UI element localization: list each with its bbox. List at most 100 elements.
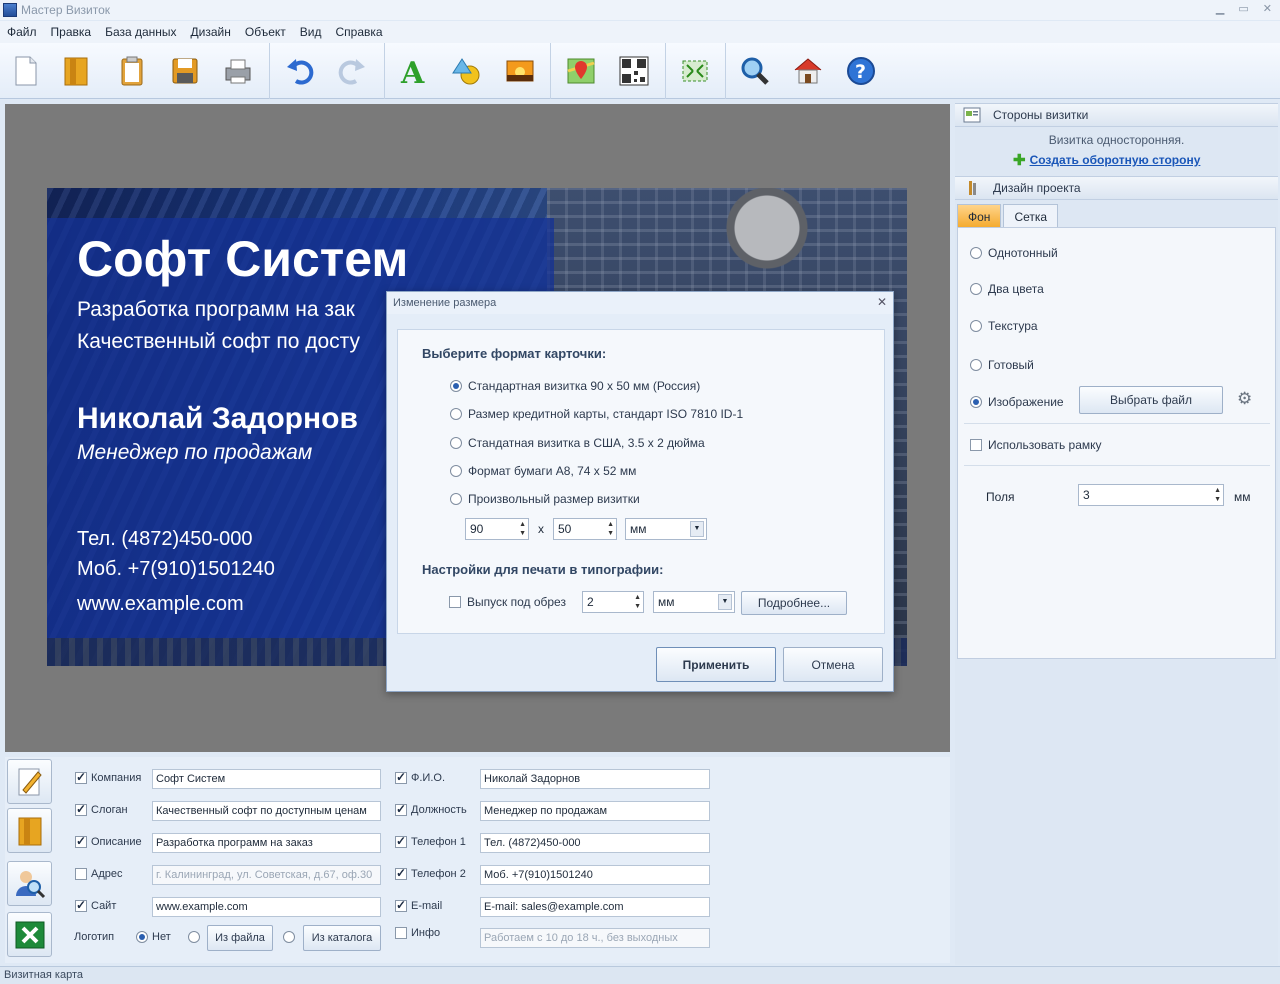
format-option-usa[interactable]: Стандатная визитка в США, 3.5 x 2 дюйма [450,436,705,450]
radio-button[interactable] [450,493,462,505]
bg-option-solid[interactable]: Однотонный [970,246,1058,260]
checkbox[interactable] [75,802,87,816]
menu-object[interactable]: Объект [245,25,286,39]
format-option-credit-card[interactable]: Размер кредитной карты, стандарт ISO 781… [450,407,743,421]
field-position-toggle[interactable]: Должность [395,802,467,816]
map-icon[interactable] [561,51,601,91]
radio-button[interactable] [450,437,462,449]
checkbox[interactable] [395,866,407,880]
bg-option-ready[interactable]: Готовый [970,358,1034,372]
field-phone2-input[interactable]: Моб. +7(910)1501240 [480,865,710,885]
field-info-input[interactable]: Работаем с 10 до 18 ч., без выходных [480,928,710,948]
checkbox[interactable] [449,596,461,608]
dialog-close-icon[interactable]: ✕ [877,295,887,309]
bg-option-two-colors[interactable]: Два цвета [970,282,1044,296]
card-name[interactable]: Николай Задорнов [77,402,358,436]
card-description[interactable]: Разработка программ на зак [77,298,355,322]
chevron-down-icon[interactable]: ▼ [690,521,704,537]
image-icon[interactable] [500,51,540,91]
menu-edit[interactable]: Правка [51,25,92,39]
cancel-button[interactable]: Отмена [783,647,883,682]
margins-stepper[interactable]: 3 ▲ ▼ [1078,484,1224,506]
field-address-input[interactable]: г. Калининград, ул. Советская, д.67, оф.… [152,865,381,885]
radio-button[interactable] [450,465,462,477]
field-email-input[interactable]: E-mail: sales@example.com [480,897,710,917]
open-folder-icon[interactable] [7,808,52,853]
use-frame-checkbox[interactable]: Использовать рамку [970,438,1102,452]
resize-icon[interactable] [675,51,715,91]
stepper-arrows-icon[interactable]: ▲ ▼ [607,520,614,538]
format-option-russia[interactable]: Стандартная визитка 90 x 50 мм (Россия) [450,379,700,393]
clipboard-icon[interactable] [112,51,152,91]
field-description-toggle[interactable]: Описание [75,834,142,848]
radio-button[interactable] [970,359,982,371]
field-company-toggle[interactable]: Компания [75,770,141,784]
print-icon[interactable] [218,51,258,91]
card-phone[interactable]: Тел. (4872)450-000 [77,528,253,551]
card-company[interactable]: Софт Систем [77,230,408,288]
undo-icon[interactable] [280,51,320,91]
radio-button[interactable] [450,380,462,392]
home-icon[interactable] [788,51,828,91]
checkbox[interactable] [970,439,982,451]
field-info-toggle[interactable]: Инфо [395,927,440,939]
field-phone1-toggle[interactable]: Телефон 1 [395,834,466,848]
checkbox[interactable] [395,898,407,912]
checkbox[interactable] [75,834,87,848]
logo-from-file-button[interactable]: Из файла [207,925,273,951]
card-slogan[interactable]: Качественный софт по досту [77,330,360,354]
create-back-link[interactable]: Создать оборотную сторону [1030,153,1201,167]
checkbox[interactable] [395,834,407,848]
bleed-stepper[interactable]: 2 ▲ ▼ [582,591,644,613]
new-file-icon[interactable] [6,51,46,91]
width-stepper[interactable]: 90 ▲ ▼ [465,518,529,540]
checkbox[interactable] [75,898,87,912]
shapes-icon[interactable] [447,51,487,91]
search-contact-icon[interactable] [7,861,52,906]
logo-from-file-radio[interactable] [188,931,200,943]
choose-file-button[interactable]: Выбрать файл [1079,386,1223,414]
maximize-icon[interactable]: ▭ [1238,2,1248,15]
checkbox[interactable] [75,868,87,880]
design-section-header[interactable]: Дизайн проекта [955,176,1278,200]
field-description-input[interactable]: Разработка программ на заказ [152,833,381,853]
zoom-icon[interactable] [735,51,775,91]
close-icon[interactable]: ✕ [1263,2,1272,15]
tab-grid[interactable]: Сетка [1003,204,1059,228]
field-company-input[interactable]: Софт Систем [152,769,381,789]
stepper-arrows-icon[interactable]: ▲ ▼ [519,520,526,538]
card-website[interactable]: www.example.com [77,593,244,616]
field-site-toggle[interactable]: Сайт [75,898,116,912]
stepper-arrows-icon[interactable]: ▲ ▼ [634,593,641,611]
field-fullname-input[interactable]: Николай Задорнов [480,769,710,789]
radio-button[interactable] [970,247,982,259]
radio-button[interactable] [970,320,982,332]
edit-icon[interactable] [7,759,52,804]
text-icon[interactable]: A [394,51,434,91]
checkbox[interactable] [395,802,407,816]
bg-option-image[interactable]: Изображение [970,395,1064,409]
minimize-icon[interactable]: ▁ [1216,2,1224,15]
more-button[interactable]: Подробнее... [741,591,847,615]
apply-button[interactable]: Применить [656,647,776,682]
format-option-a8[interactable]: Формат бумаги А8, 74 x 52 мм [450,464,636,478]
menu-help[interactable]: Справка [335,25,382,39]
tab-background[interactable]: Фон [957,204,1002,228]
field-phone2-toggle[interactable]: Телефон 2 [395,866,466,880]
sides-section-header[interactable]: Стороны визитки [955,103,1278,127]
radio-button[interactable] [450,408,462,420]
checkbox[interactable] [75,770,87,784]
menu-view[interactable]: Вид [300,25,322,39]
card-position[interactable]: Менеджер по продажам [77,441,312,465]
field-email-toggle[interactable]: E-mail [395,898,442,912]
redo-icon[interactable] [332,51,372,91]
menu-database[interactable]: База данных [105,25,176,39]
bleed-checkbox[interactable]: Выпуск под обрез [449,595,566,609]
field-site-input[interactable]: www.example.com [152,897,381,917]
qr-code-icon[interactable] [614,51,654,91]
card-mobile[interactable]: Моб. +7(910)1501240 [77,558,275,581]
radio-button[interactable] [136,931,148,943]
checkbox[interactable] [395,770,407,784]
bleed-unit-select[interactable]: мм ▼ [653,591,735,613]
field-slogan-toggle[interactable]: Слоган [75,802,128,816]
